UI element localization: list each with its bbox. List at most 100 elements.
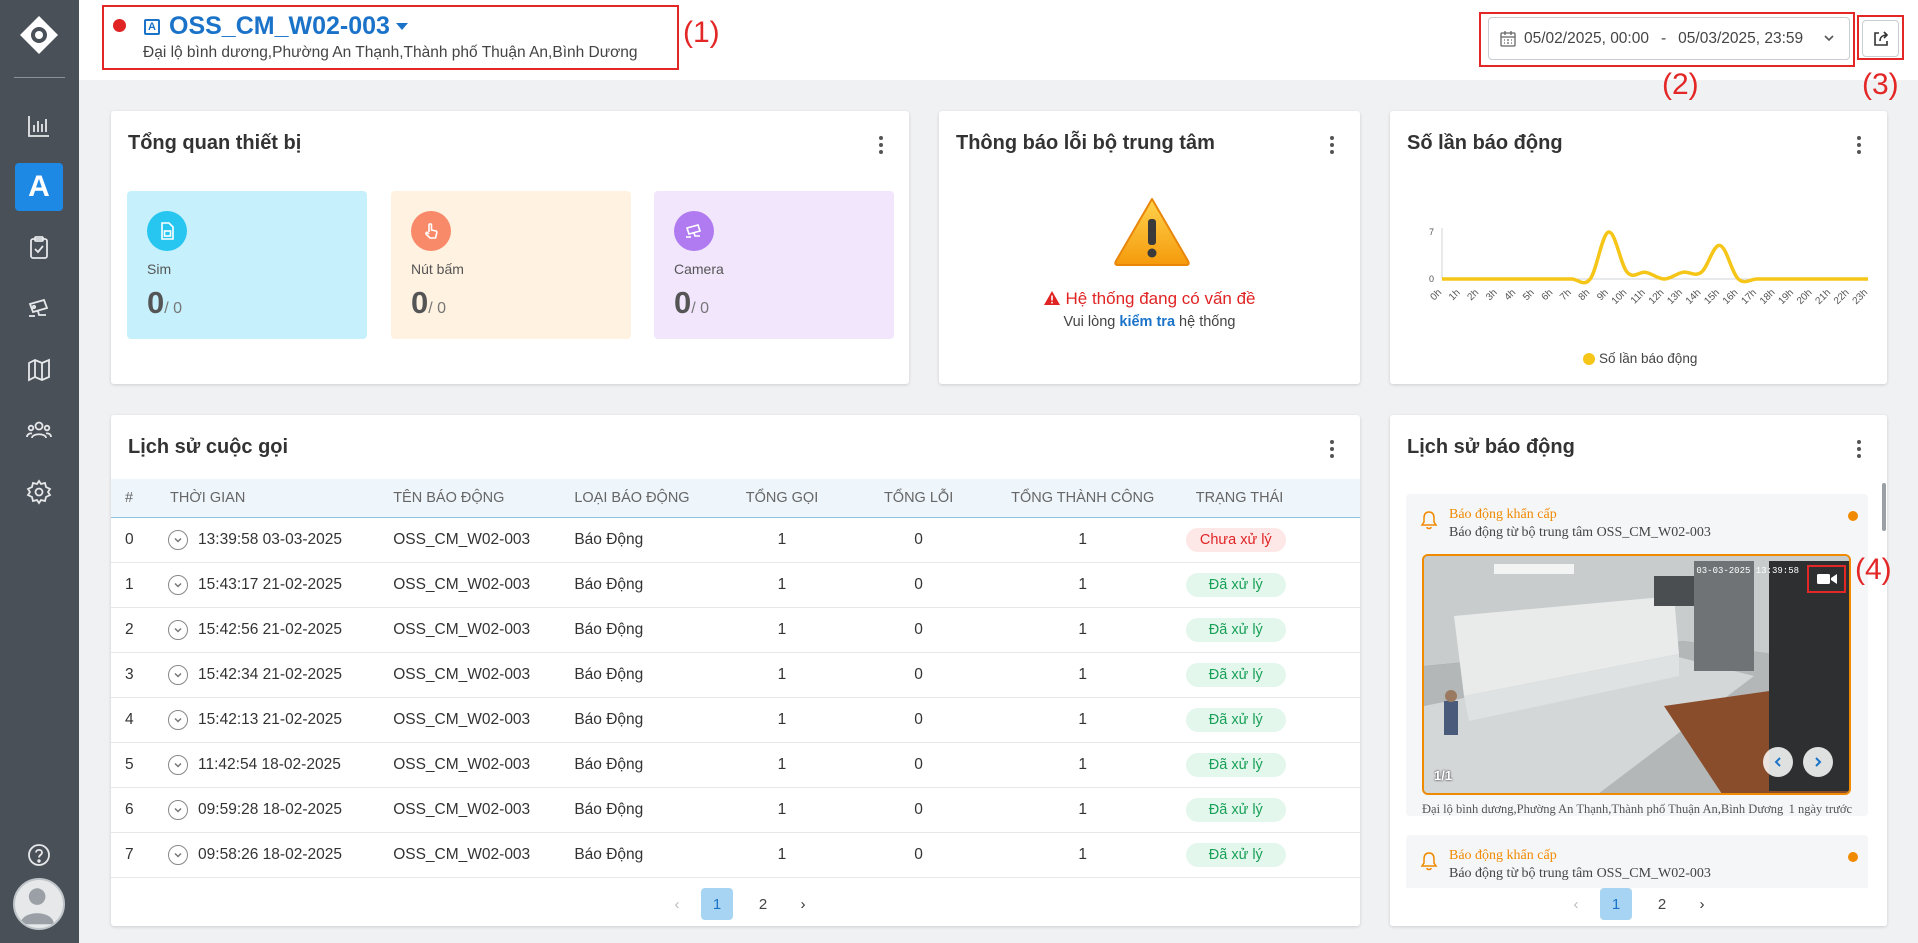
expand-row-icon[interactable] (168, 619, 189, 640)
total-calls: 1 (724, 787, 840, 833)
status-badge: Đã xử lý (1185, 752, 1286, 777)
total-calls: 1 (724, 832, 840, 878)
device-dropdown-caret-icon[interactable] (396, 23, 408, 30)
expand-row-icon[interactable] (168, 754, 189, 775)
page-2-button[interactable]: 2 (747, 888, 779, 920)
stat-total: / 0 (164, 300, 183, 317)
alarm-description: Báo động từ bộ trung tâm OSS_CM_W02-003 (1449, 866, 1711, 881)
sidebar-item-cameras[interactable] (15, 285, 63, 333)
expand-row-icon[interactable] (168, 574, 189, 595)
sidebar-item-dashboard[interactable] (15, 102, 63, 150)
scrollbar-thumb[interactable] (1882, 483, 1886, 531)
table-row[interactable]: 0 13:39:58 03-03-2025 OSS_CM_W02-003 Báo Độ… (111, 517, 1360, 563)
share-export-icon (1873, 30, 1888, 46)
alarm-history-pagination: ‹ 1 2 › (1566, 888, 1712, 920)
call-history-pagination: ‹ 1 2 › (667, 888, 813, 920)
column-header[interactable]: TỔNG THÀNH CÔNG (997, 479, 1168, 518)
table-row[interactable]: 5 11:42:54 18-02-2025 OSS_CM_W02-003 Báo Độ… (111, 742, 1360, 788)
next-page-icon[interactable]: › (1692, 888, 1712, 920)
row-index: 3 (111, 652, 169, 698)
table-row[interactable]: 2 15:42:56 21-02-2025 OSS_CM_W02-003 Báo Độ… (111, 607, 1360, 653)
expand-row-icon[interactable] (168, 529, 189, 550)
sidebar-item-alarm[interactable]: A (15, 163, 63, 211)
table-row[interactable]: 6 09:59:28 18-02-2025 OSS_CM_W02-003 Báo Độ… (111, 787, 1360, 833)
column-header[interactable]: TỔNG GỌI (724, 479, 840, 518)
more-options-icon[interactable] (1851, 133, 1867, 157)
x-tick-label: 8h (1577, 287, 1593, 303)
check-system-link[interactable]: kiểm tra (1119, 314, 1175, 330)
more-options-icon[interactable] (1851, 437, 1867, 461)
date-range-picker[interactable]: 05/02/2025, 00:00 - 05/03/2025, 23:59 (1488, 17, 1850, 60)
sidebar-item-map[interactable] (15, 346, 63, 394)
alarm-type: Báo Động (574, 562, 725, 608)
annotation-label-2: (2) (1662, 68, 1699, 101)
more-options-icon[interactable] (1324, 437, 1340, 461)
prev-page-icon[interactable]: ‹ (1566, 888, 1586, 920)
call-history-card: Lịch sử cuộc gọi # THỜI GIAN TÊN BÁO ĐỘN… (111, 415, 1360, 926)
legend-label: Số lần báo động (1599, 351, 1697, 366)
app-logo[interactable] (18, 14, 60, 56)
call-time: 13:39:58 03-03-2025 (198, 530, 342, 548)
table-row[interactable]: 3 15:42:34 21-02-2025 OSS_CM_W02-003 Báo Độ… (111, 652, 1360, 698)
alarm-time-ago: 1 ngày trước (1788, 802, 1852, 816)
total-success: 1 (997, 562, 1168, 608)
more-options-icon[interactable] (1324, 133, 1340, 157)
chevron-down-icon (1824, 35, 1834, 42)
camera-snapshot[interactable]: 03-03-2025 13:39:58 1/1 (1422, 554, 1851, 795)
sidebar-item-settings[interactable] (15, 468, 63, 516)
row-index: 0 (111, 517, 169, 563)
alarm-type: Báo Động (574, 742, 725, 788)
column-header[interactable]: TÊN BÁO ĐỘNG (393, 479, 575, 518)
stat-value-wrap: 0/ 0 (411, 285, 446, 321)
page-2-button[interactable]: 2 (1646, 888, 1678, 920)
avatar[interactable] (13, 878, 65, 930)
x-tick-label: 22h (1832, 287, 1852, 307)
sidebar-item-users[interactable] (15, 407, 63, 455)
annotation-label-1: (1) (683, 16, 720, 49)
expand-row-icon[interactable] (168, 664, 189, 685)
next-page-icon[interactable]: › (793, 888, 813, 920)
export-button[interactable] (1862, 20, 1899, 57)
card-title: Thông báo lỗi bộ trung tâm (956, 132, 1215, 154)
prev-page-icon[interactable]: ‹ (667, 888, 687, 920)
alarm-history-card: Lịch sử báo động Báo động khẩn cấp Báo đ… (1390, 415, 1887, 926)
alarm-line-chart: 0 7 0h 1h 2h 3h 4h 5h 6h 7h 8h 9h10h 11h12h13h14h15h… (1428, 227, 1870, 366)
more-options-icon[interactable] (873, 133, 889, 157)
chevron-down-icon (174, 537, 182, 543)
alarm-name: OSS_CM_W02-003 (393, 652, 575, 698)
expand-row-icon[interactable] (168, 844, 189, 865)
status-badge: Đã xử lý (1185, 707, 1286, 732)
stat-button: Nút bấm 0/ 0 (391, 191, 631, 339)
snapshot-prev-button[interactable] (1763, 747, 1793, 777)
total-errors: 0 (839, 652, 998, 698)
help-circle-icon[interactable] (27, 843, 51, 867)
column-header[interactable]: THỜI GIAN (168, 479, 394, 518)
page-1-button[interactable]: 1 (1600, 888, 1632, 920)
calendar-icon (1500, 30, 1516, 47)
expand-row-icon[interactable] (168, 709, 189, 730)
snapshot-next-button[interactable] (1803, 747, 1833, 777)
alarm-address: Đại lộ bình dương,Phường An Thạnh,Thành … (1422, 802, 1784, 816)
status-badge: Đã xử lý (1185, 842, 1286, 867)
sidebar-item-tasks[interactable] (15, 224, 63, 272)
total-success: 1 (997, 517, 1168, 563)
table-row[interactable]: 4 15:42:13 21-02-2025 OSS_CM_W02-003 Báo Độ… (111, 697, 1360, 743)
device-name[interactable]: OSS_CM_W02-003 (169, 12, 390, 41)
table-row[interactable]: 1 15:43:17 21-02-2025 OSS_CM_W02-003 Báo Độ… (111, 562, 1360, 608)
call-time: 15:42:13 21-02-2025 (198, 710, 342, 728)
row-index: 6 (111, 787, 169, 833)
map-icon (28, 358, 50, 382)
error-hint: Vui lòng kiểm tra hệ thống (939, 314, 1360, 330)
page-1-button[interactable]: 1 (701, 888, 733, 920)
x-tick-label: 10h (1610, 287, 1630, 307)
table-row[interactable]: 7 09:58:26 18-02-2025 OSS_CM_W02-003 Báo Độ… (111, 832, 1360, 878)
column-header[interactable]: TỔNG LỖI (839, 479, 998, 518)
column-header[interactable]: TRẠNG THÁI (1167, 479, 1360, 518)
column-header[interactable]: LOẠI BÁO ĐỘNG (574, 479, 725, 518)
expand-row-icon[interactable] (168, 799, 189, 820)
device-type-icon: A (144, 19, 160, 35)
alarm-name: OSS_CM_W02-003 (393, 607, 575, 653)
video-camera-button[interactable] (1807, 565, 1846, 593)
device-address: Đại lộ bình dương,Phường An Thạnh,Thành … (143, 44, 638, 61)
alarm-item[interactable]: Báo động khẩn cấp Báo động từ bộ trung t… (1406, 494, 1868, 816)
